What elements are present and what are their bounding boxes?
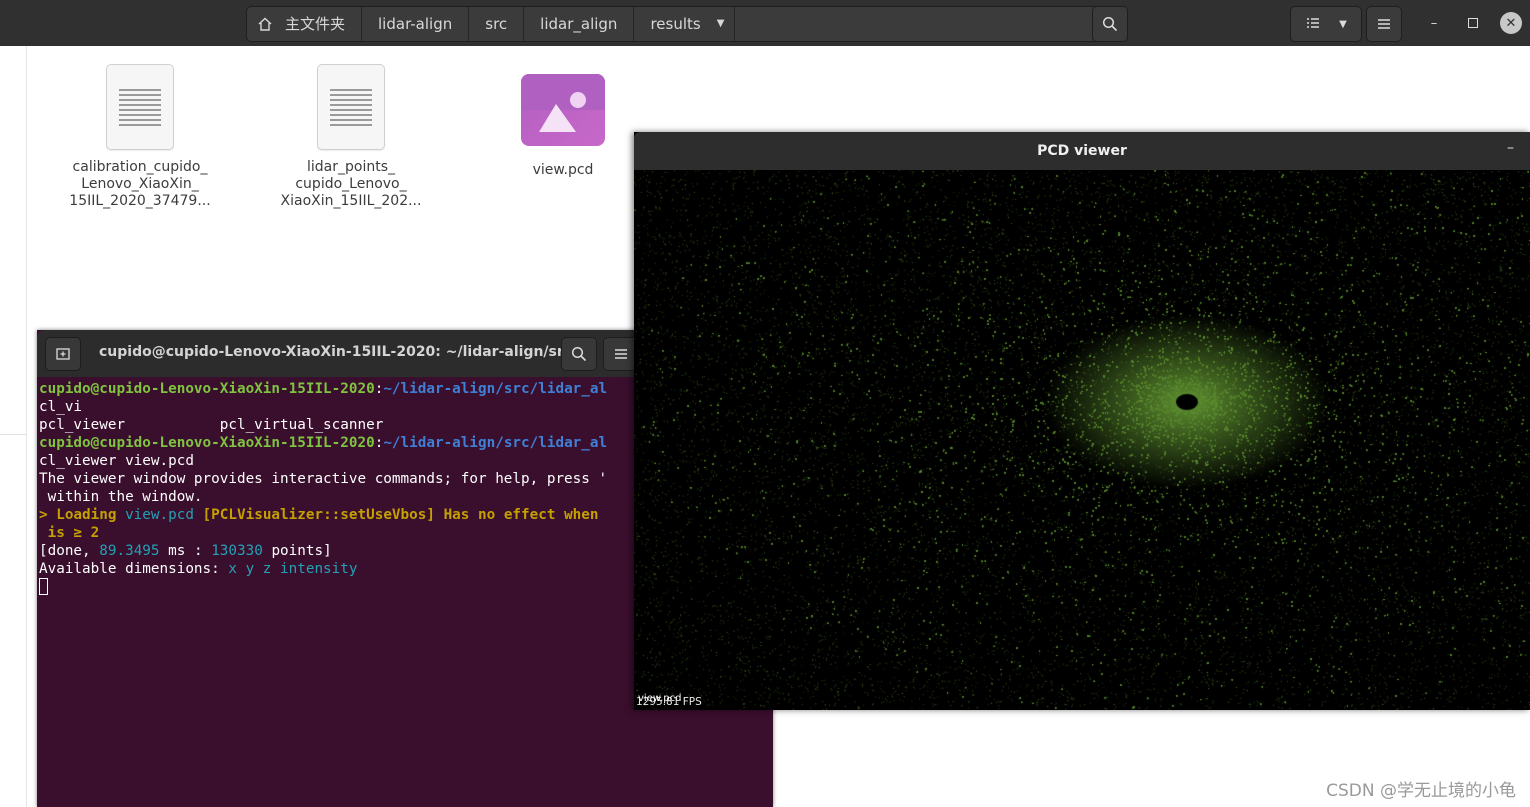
file-name-line: calibration_cupido_	[72, 159, 208, 175]
terminal-title: cupido@cupido-Lenovo-XiaoXin-15IIL-2020:…	[99, 344, 594, 360]
terminal-search-button[interactable]	[561, 337, 597, 371]
file-name-line: 15IIL_2020_37479...	[69, 193, 211, 209]
prompt-path: ~/lidar-align/src/lidar_al	[383, 435, 608, 451]
dimensions-label: Available dimensions:	[39, 561, 229, 577]
search-icon	[571, 346, 587, 362]
file-manager-headerbar: 主文件夹 lidar-align src lidar_align results…	[0, 0, 1530, 46]
minimize-icon: –	[1430, 15, 1438, 31]
prompt-path: ~/lidar-align/src/lidar_al	[383, 381, 608, 397]
sidebar-divider	[26, 46, 27, 807]
pcd-viewer-window[interactable]: PCD viewer – view.pcd 1295.81 FPS	[634, 132, 1530, 710]
ms-text: ms :	[159, 543, 212, 559]
home-icon	[258, 17, 272, 31]
image-file-icon	[521, 74, 605, 146]
hamburger-icon	[1378, 19, 1390, 29]
breadcrumb-lidar-align[interactable]: lidar-align	[362, 7, 470, 41]
breadcrumb-home-label: 主文件夹	[285, 15, 346, 33]
watermark: CSDN @学无止境的小龟	[1326, 781, 1516, 801]
menu-button[interactable]	[1366, 6, 1402, 42]
prompt-user: cupido@cupido-Lenovo-XiaoXin-15IIL-2020	[39, 381, 375, 397]
location-bar-empty[interactable]	[735, 7, 1102, 41]
new-tab-button[interactable]	[45, 337, 81, 371]
breadcrumb-results-label: results	[650, 15, 701, 33]
close-button[interactable]: ✕	[1500, 12, 1522, 34]
load-time: 89.3495	[99, 543, 160, 559]
hamburger-icon	[615, 349, 627, 359]
prompt-user: cupido@cupido-Lenovo-XiaoXin-15IIL-2020	[39, 435, 375, 451]
loading-prefix: > Loading	[39, 507, 126, 523]
file-item-view-pcd[interactable]: view.pcd	[478, 64, 648, 179]
terminal-cursor	[39, 578, 48, 595]
chevron-down-icon[interactable]: ▼	[717, 7, 725, 41]
warning-text: [PCLVisualizer::setUseVbos] Has no effec…	[193, 507, 608, 523]
point-cloud-canvas[interactable]	[634, 170, 1530, 710]
minimize-button[interactable]: –	[1507, 140, 1514, 156]
file-name: view.pcd	[478, 162, 648, 179]
file-name: lidar_points_ cupido_Lenovo_ XiaoXin_15I…	[266, 159, 436, 210]
maximize-button[interactable]	[1462, 12, 1484, 34]
dimensions-list: x y z intensity	[228, 561, 358, 577]
file-name-line: XiaoXin_15IIL_202...	[280, 193, 422, 209]
point-count: 130330	[211, 543, 263, 559]
fps-counter: 1295.81 FPS	[636, 696, 702, 708]
pcd-viewer-title: PCD viewer	[1037, 143, 1127, 159]
search-icon	[1102, 16, 1118, 32]
pcd-viewer-titlebar[interactable]: PCD viewer –	[634, 132, 1530, 170]
sidebar-separator	[0, 434, 26, 435]
view-options-button[interactable]: ▼	[1290, 6, 1362, 42]
file-name: calibration_cupido_ Lenovo_XiaoXin_ 15II…	[55, 159, 225, 210]
done-text: [done,	[39, 543, 100, 559]
file-name-line: lidar_points_	[307, 159, 395, 175]
text-file-icon	[106, 64, 174, 150]
text-file-icon	[317, 64, 385, 150]
new-tab-icon	[56, 348, 70, 360]
file-name-line: Lenovo_XiaoXin_	[81, 176, 199, 192]
close-icon: ✕	[1505, 15, 1517, 31]
maximize-icon	[1468, 18, 1478, 28]
file-item-lidar-points[interactable]: lidar_points_ cupido_Lenovo_ XiaoXin_15I…	[266, 64, 436, 210]
breadcrumb-home[interactable]: 主文件夹	[247, 7, 363, 41]
breadcrumb: 主文件夹 lidar-align src lidar_align results…	[246, 6, 1104, 42]
file-name-line: view.pcd	[532, 162, 594, 178]
loading-file: view.pcd	[125, 507, 194, 523]
points-text: points]	[262, 543, 332, 559]
file-item-calibration[interactable]: calibration_cupido_ Lenovo_XiaoXin_ 15II…	[55, 64, 225, 210]
breadcrumb-lidar-align-dir[interactable]: lidar_align	[524, 7, 635, 41]
breadcrumb-src[interactable]: src	[469, 7, 525, 41]
image-icon	[521, 74, 605, 132]
search-button[interactable]	[1092, 6, 1128, 42]
list-view-icon	[1307, 18, 1320, 28]
breadcrumb-results[interactable]: results ▼	[634, 7, 736, 41]
chevron-down-icon: ▼	[1339, 18, 1347, 30]
minimize-button[interactable]: –	[1423, 12, 1445, 34]
file-name-line: cupido_Lenovo_	[295, 176, 407, 192]
